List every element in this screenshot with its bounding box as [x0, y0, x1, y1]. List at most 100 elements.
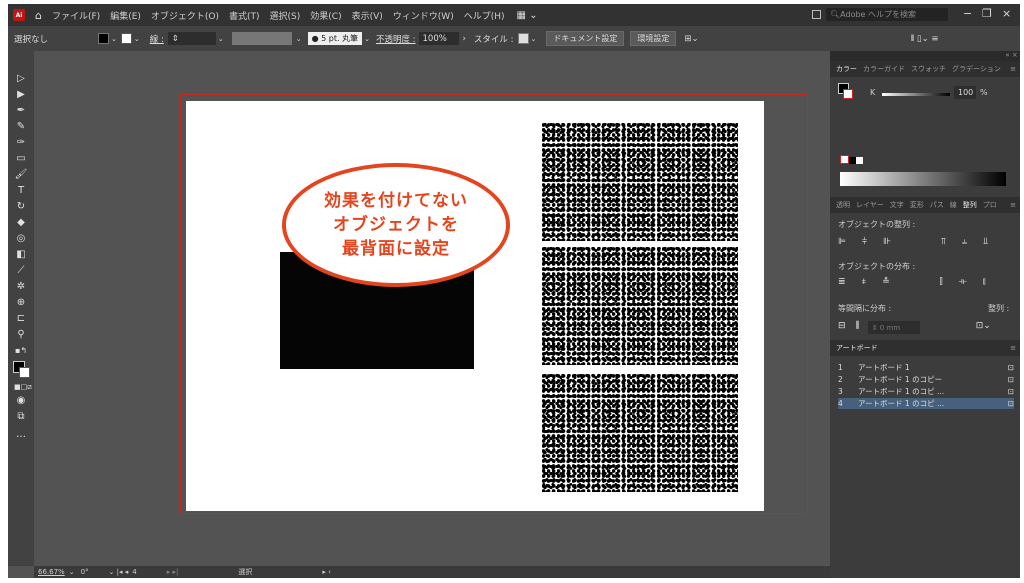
panel-menu-icon[interactable]: ≡ [1010, 344, 1016, 352]
artboards-panel-title[interactable]: アートボード [836, 343, 878, 353]
fill-stroke-icon[interactable] [13, 361, 30, 378]
workspace-switcher-icon[interactable]: ▦ ⌄ [517, 10, 538, 21]
artboard-number[interactable]: 4 [132, 568, 136, 576]
horizontal-spacing-icon[interactable]: ⫼ [856, 321, 860, 334]
panel-menu-icon[interactable]: ≡ [1010, 65, 1016, 73]
shape-builder-tool-icon[interactable]: ⊕ [14, 297, 28, 309]
type-tool-icon[interactable]: T [14, 185, 28, 197]
fill-swatch[interactable] [98, 33, 110, 44]
panel-menu-icon[interactable]: ≡ [1010, 201, 1016, 209]
distribute-hcenter-icon[interactable]: ⟛ [959, 277, 967, 287]
list-item[interactable]: 4 アートボード 1 のコピ ... ⊡ [838, 398, 1014, 409]
chevron-down-icon[interactable]: ⌄ [134, 35, 140, 43]
warp-tool-icon[interactable]: ◎ [14, 233, 28, 245]
brush-definition[interactable]: ● 5 pt. 丸筆 [307, 32, 363, 45]
close-button[interactable]: × [1002, 7, 1011, 20]
distribute-center-icon[interactable]: ⧧ [862, 277, 867, 287]
direct-selection-tool-icon[interactable]: ▶ [14, 89, 28, 101]
next-artboard-icon[interactable]: ▸ ▸| [167, 568, 179, 576]
noise-pattern-object[interactable] [542, 123, 738, 241]
color-fill-stroke-icon[interactable] [838, 83, 853, 99]
paintbrush-tool-icon[interactable]: 🖌︎ [14, 169, 28, 181]
align-icon[interactable]: ⫴ ▯⌄ ≡ [911, 34, 939, 44]
tab-pathfinder[interactable]: パス [930, 200, 944, 210]
distribute-right-icon[interactable]: ⫾ [983, 277, 986, 287]
list-item[interactable]: 1 アートボード 1 ⊡ [838, 362, 1014, 373]
minimize-button[interactable]: − [963, 7, 972, 20]
tab-transparency[interactable]: 透明 [836, 200, 850, 210]
stroke-color-box[interactable] [19, 367, 30, 378]
opacity-field[interactable]: 100% [418, 32, 459, 45]
artboard-tool-icon[interactable]: ⊏ [14, 313, 28, 325]
align-right-icon[interactable]: ⊪ [883, 237, 891, 247]
restore-button[interactable]: ❐ [982, 7, 992, 20]
tab-swatches[interactable]: スウォッチ [911, 64, 946, 74]
free-transform-tool-icon[interactable]: ◧ [14, 249, 28, 261]
rotation-value[interactable]: 0° [81, 568, 89, 576]
document-setup-button[interactable]: ドキュメント設定 [546, 31, 625, 46]
rotate-tool-icon[interactable]: ↻ [14, 201, 28, 213]
menu-select[interactable]: 選択(S) [270, 9, 301, 22]
rectangle-tool-icon[interactable]: ▭ [14, 153, 28, 165]
artboard-options-icon[interactable]: ⊡ [1008, 387, 1014, 396]
align-center-v-icon[interactable]: ⫨ [962, 237, 967, 247]
swap-colors-icon[interactable]: ▪↰ [14, 345, 28, 357]
align-center-h-icon[interactable]: ⫩ [862, 237, 867, 247]
vertical-spacing-icon[interactable]: ⊟ [838, 321, 846, 334]
artboard-options-icon[interactable]: ⊡ [1008, 375, 1014, 384]
distribute-bottom-icon[interactable]: ≛ [882, 277, 890, 287]
menu-window[interactable]: ウィンドウ(W) [393, 9, 454, 22]
more-tools-icon[interactable]: … [14, 429, 28, 441]
chevron-down-icon[interactable]: ⌄ [531, 35, 537, 43]
artboard-options-icon[interactable]: ⊡ [1008, 363, 1014, 372]
align-top-icon[interactable]: ⫪ [941, 237, 946, 247]
menu-object[interactable]: オブジェクト(O) [151, 9, 219, 22]
list-item[interactable]: 2 アートボード 1 のコピー ⊡ [838, 374, 1014, 385]
stroke-swatch[interactable] [120, 33, 132, 44]
eraser-tool-icon[interactable]: ◆ [14, 217, 28, 229]
menu-help[interactable]: ヘルプ(H) [464, 9, 505, 22]
menu-effect[interactable]: 効果(C) [310, 9, 341, 22]
stroke-weight-field[interactable]: ⇕ [167, 32, 216, 45]
tab-stroke[interactable]: 線 [950, 200, 957, 210]
chevron-right-icon[interactable]: › [463, 34, 466, 44]
tab-color[interactable]: カラー [836, 64, 857, 74]
tab-color-guide[interactable]: カラーガイド [863, 64, 905, 74]
distribute-left-icon[interactable]: ⫿ [940, 277, 943, 287]
color-spectrum-bar[interactable] [840, 172, 1006, 186]
spacing-field[interactable]: ⇕ 0 mm [867, 321, 920, 334]
dock-collapse-icon[interactable]: « × [830, 51, 1020, 61]
curvature-tool-icon[interactable]: ✎ [14, 121, 28, 133]
pen-tool-icon[interactable]: ✒ [14, 105, 28, 117]
menu-view[interactable]: 表示(V) [352, 9, 383, 22]
align-left-icon[interactable]: ⊫ [838, 237, 846, 247]
tab-align[interactable]: 整列 [963, 200, 977, 210]
zoom-level[interactable]: 66.67% [38, 568, 65, 576]
preferences-button[interactable]: 環境設定 [630, 31, 677, 46]
eyedropper-tool-icon[interactable]: ⟋ [14, 265, 28, 277]
tab-properties[interactable]: プロ [983, 200, 997, 210]
menu-edit[interactable]: 編集(E) [110, 9, 141, 22]
tab-transform[interactable]: 変形 [910, 200, 924, 210]
zoom-tool-icon[interactable]: ⚲ [14, 329, 28, 341]
arrange-documents-icon[interactable]: ⊞⌄ [684, 34, 698, 44]
distribute-top-icon[interactable]: ≣ [838, 277, 846, 287]
k-slider[interactable] [882, 93, 950, 96]
opacity-label[interactable]: 不透明度 : [376, 33, 416, 45]
artboard[interactable]: 効果を付けてない オブジェクトを 最背面に設定 [186, 101, 764, 511]
variable-width-profile[interactable] [231, 32, 292, 45]
chevron-down-icon[interactable]: ⌄ [364, 35, 370, 43]
status-menu-icon[interactable]: ▸ ‹ [322, 568, 331, 576]
stroke-label[interactable]: 線 : [150, 33, 164, 45]
menu-file[interactable]: ファイル(F) [52, 9, 100, 22]
chevron-down-icon[interactable]: ⌄ [296, 35, 302, 43]
home-icon[interactable]: ⌂ [35, 9, 42, 22]
tab-layers[interactable]: レイヤー [856, 200, 884, 210]
artboard-options-icon[interactable]: ⊡ [1008, 399, 1014, 408]
panel-toggle-icon[interactable] [812, 10, 821, 19]
symbol-sprayer-tool-icon[interactable]: ✲ [14, 281, 28, 293]
align-to-selection-icon[interactable]: ⊡⌄ [976, 321, 991, 334]
chevron-down-icon[interactable]: ⌄ [218, 35, 224, 43]
align-bottom-icon[interactable]: ⫫ [983, 237, 988, 247]
noise-pattern-object[interactable] [542, 374, 738, 492]
